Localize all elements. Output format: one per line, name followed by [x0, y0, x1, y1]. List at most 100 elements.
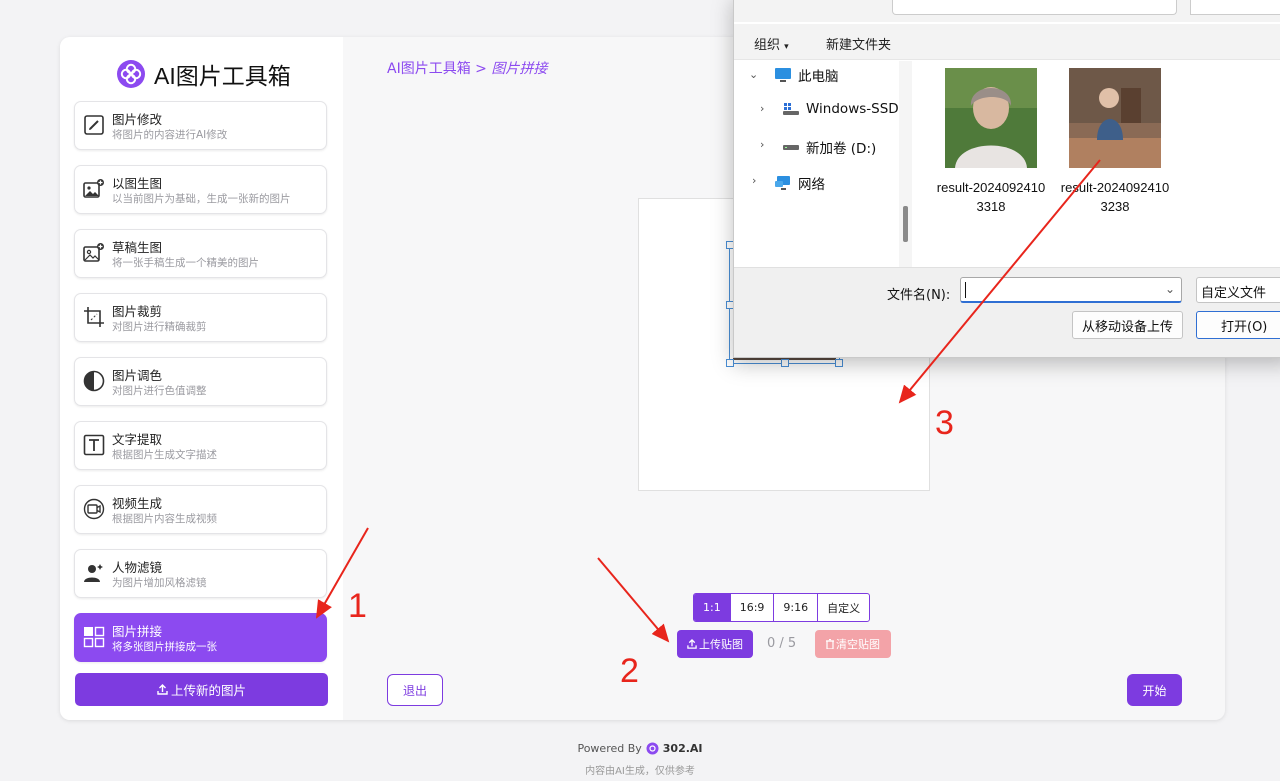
organize-menu[interactable]: 组织 ▾ [754, 34, 789, 53]
upload-new-image-button[interactable]: 上传新的图片 [75, 673, 328, 706]
nav-label: 此电脑 [798, 69, 839, 85]
nav-item-drive-d[interactable]: 新加卷 (D:) [782, 137, 876, 157]
image-add-icon [83, 179, 104, 198]
file-list: result-20240924103318 result-20240924103… [912, 61, 1280, 267]
ratio-option-16-9[interactable]: 16:9 [729, 594, 774, 621]
breadcrumb-current: 图片拼接 [491, 61, 548, 77]
tool-item-text-extract[interactable]: 文字提取 根据图片生成文字描述 [74, 421, 327, 470]
filename-label: 文件名(N): [887, 288, 951, 303]
nav-scrollbar[interactable] [899, 61, 912, 267]
tool-desc: 根据图片内容生成视频 [112, 513, 217, 525]
tool-item-image-to-image[interactable]: 以图生图 以当前图片为基础，生成一张新的图片 [74, 165, 327, 214]
chevron-down-icon[interactable]: ⌄ [749, 68, 758, 81]
upload-from-mobile-button[interactable]: 从移动设备上传 [1072, 311, 1183, 339]
dialog-footer: 文件名(N): ⌄ 自定义文件 从移动设备上传 打开(O) [734, 267, 1280, 357]
app-title: AI图片工具箱 [154, 63, 291, 89]
upload-sticker-button[interactable]: 上传贴图 [677, 630, 753, 658]
tool-name: 草稿生图 [112, 240, 163, 255]
video-icon [83, 498, 105, 520]
breadcrumb: AI图片工具箱 > 图片拼接 [387, 58, 547, 78]
tool-desc: 将一张手稿生成一个精美的图片 [112, 257, 259, 269]
tool-name: 图片裁剪 [112, 304, 163, 319]
text-icon [83, 434, 105, 456]
search-box[interactable] [1190, 0, 1280, 15]
tool-item-person-filter[interactable]: 人物滤镜 为图片增加风格滤镜 [74, 549, 327, 598]
tool-item-crop[interactable]: 图片裁剪 对图片进行精确裁剪 [74, 293, 327, 342]
file-item[interactable]: result-20240924103238 [1060, 68, 1170, 216]
tool-item-sketch-to-image[interactable]: 草稿生图 将一张手稿生成一个精美的图片 [74, 229, 327, 278]
tool-name: 视频生成 [112, 496, 163, 511]
new-folder-button[interactable]: 新建文件夹 [826, 34, 891, 53]
tool-desc: 为图片增加风格滤镜 [112, 577, 207, 589]
brand: AI图片工具箱 [116, 59, 291, 89]
start-button[interactable]: 开始 [1127, 674, 1182, 706]
file-item[interactable]: result-20240924103318 [936, 68, 1046, 216]
brand-logo-icon [117, 60, 145, 88]
filename-input[interactable]: ⌄ [960, 277, 1182, 303]
resize-handle[interactable] [781, 359, 789, 367]
text-caret [965, 282, 966, 298]
nav-pane: ⌄ 此电脑 › Windows-SSD › 新加卷 (D:) › 网络 [734, 61, 912, 267]
grid-icon [83, 626, 105, 648]
tool-item-color-adjust[interactable]: 图片调色 对图片进行色值调整 [74, 357, 327, 406]
ratio-selector: 1:1 16:9 9:16 自定义 [693, 593, 871, 622]
chevron-down-icon[interactable]: ⌄ [1165, 282, 1175, 296]
file-type-select[interactable]: 自定义文件 [1196, 277, 1280, 303]
file-name: result-20240924103238 [1060, 180, 1170, 214]
nav-item-this-pc[interactable]: 此电脑 [774, 65, 839, 85]
sidebar: AI图片工具箱 图片修改 将图片的内容进行AI修改 以图生图 以当前图片为基础，… [60, 37, 343, 720]
tool-name: 以图生图 [112, 176, 163, 191]
footer-brand[interactable]: 302.AI [663, 742, 703, 755]
annotation-number-3: 3 [935, 404, 954, 442]
person-filter-icon [84, 564, 103, 582]
clear-stickers-button[interactable]: 清空贴图 [815, 630, 891, 658]
breadcrumb-separator: > [475, 61, 487, 77]
tool-name: 文字提取 [112, 432, 163, 447]
upload-sticker-label: 上传贴图 [699, 638, 743, 651]
nav-label: 网络 [798, 177, 825, 193]
tool-desc: 将多张图片拼接成一张 [112, 641, 217, 653]
tool-name: 图片修改 [112, 112, 163, 127]
sticker-count: 0 / 5 [767, 636, 797, 651]
contrast-icon [83, 370, 105, 392]
nav-label: 新加卷 (D:) [806, 141, 877, 157]
ratio-option-1-1[interactable]: 1:1 [694, 594, 730, 621]
tool-name: 图片拼接 [112, 624, 163, 639]
exit-button[interactable]: 退出 [387, 674, 443, 706]
nav-item-windows-ssd[interactable]: Windows-SSD [782, 101, 899, 117]
upload-icon [157, 684, 168, 695]
resize-handle[interactable] [835, 359, 843, 367]
dialog-titlebar [734, 0, 1280, 22]
open-button[interactable]: 打开(O) [1196, 311, 1280, 339]
breadcrumb-root[interactable]: AI图片工具箱 [387, 61, 471, 77]
chevron-right-icon[interactable]: › [760, 138, 764, 151]
tool-item-image-edit[interactable]: 图片修改 将图片的内容进行AI修改 [74, 101, 327, 150]
nav-label: Windows-SSD [806, 101, 899, 117]
chevron-right-icon[interactable]: › [752, 174, 756, 187]
sketch-image-icon [83, 243, 104, 262]
windows-drive-icon [783, 103, 799, 115]
302ai-logo-icon [646, 742, 659, 755]
resize-handle[interactable] [726, 359, 734, 367]
tool-item-video-gen[interactable]: 视频生成 根据图片内容生成视频 [74, 485, 327, 534]
ratio-option-custom[interactable]: 自定义 [817, 594, 869, 621]
file-open-dialog: 组织 ▾ 新建文件夹 ⌄ 此电脑 › Windows-SSD › 新加卷 (D:… [733, 0, 1280, 358]
scrollbar-thumb[interactable] [903, 206, 908, 242]
footer-note: 内容由AI生成，仅供参考 [585, 766, 695, 777]
tool-desc: 以当前图片为基础，生成一张新的图片 [112, 193, 291, 205]
trash-icon [826, 639, 834, 649]
file-name: result-20240924103318 [936, 180, 1046, 214]
file-thumbnail-portrait [945, 68, 1037, 168]
tool-name: 图片调色 [112, 368, 163, 383]
address-bar[interactable] [892, 0, 1177, 15]
nav-item-network[interactable]: 网络 [774, 173, 825, 193]
file-thumbnail-child [1069, 68, 1161, 168]
edit-icon [84, 115, 104, 135]
organize-label: 组织 [754, 38, 781, 53]
ratio-option-9-16[interactable]: 9:16 [773, 594, 817, 621]
drive-icon [783, 145, 799, 150]
chevron-right-icon[interactable]: › [760, 102, 764, 115]
tool-desc: 根据图片生成文字描述 [112, 449, 217, 461]
tool-item-image-stitch[interactable]: 图片拼接 将多张图片拼接成一张 [74, 613, 327, 662]
network-icon [775, 176, 790, 190]
